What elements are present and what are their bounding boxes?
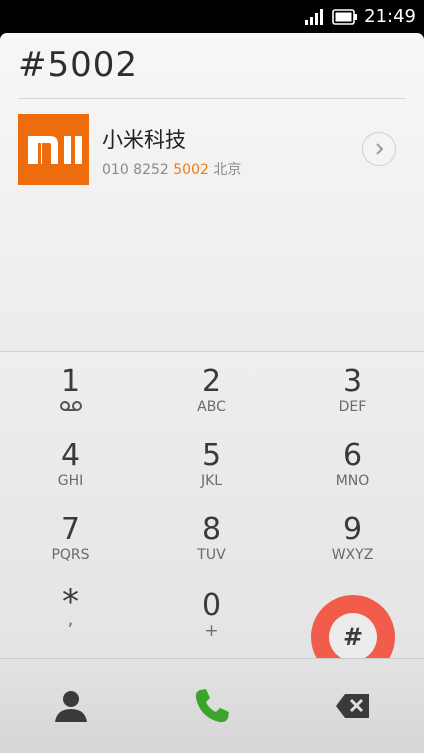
key-2[interactable]: 2 ABC <box>141 352 282 426</box>
call-icon <box>195 689 229 723</box>
contacts-button[interactable] <box>0 659 141 753</box>
key-letters: JKL <box>200 473 223 489</box>
dialer-app: #5002 小米科技 010 8252 5002 北京 1 2 ABC 3 DE… <box>0 33 424 753</box>
dialer-result-panel: #5002 小米科技 010 8252 5002 北京 <box>0 33 424 351</box>
key-digit: 0 <box>201 588 222 623</box>
contact-name: 小米科技 <box>102 128 186 152</box>
key-digit: 6 <box>342 438 363 473</box>
key-letters: WXYZ <box>331 547 374 563</box>
key-5[interactable]: 5 JKL <box>141 426 282 500</box>
call-button[interactable] <box>141 659 282 753</box>
avatar <box>18 114 89 185</box>
divider <box>18 98 406 99</box>
key-hash-inner: # <box>329 613 377 661</box>
key-6[interactable]: 6 MNO <box>282 426 423 500</box>
backspace-button[interactable] <box>282 659 423 753</box>
key-letters: ABC <box>197 399 226 415</box>
key-digit: 8 <box>201 512 222 547</box>
key-letters: GHI <box>57 473 84 489</box>
mi-logo-icon <box>18 114 89 185</box>
key-8[interactable]: 8 TUV <box>141 500 282 574</box>
key-digit: 4 <box>60 438 81 473</box>
number-match: 5002 <box>173 162 209 178</box>
key-letters: DEF <box>338 399 367 415</box>
battery-icon <box>332 9 358 25</box>
dialed-number[interactable]: #5002 <box>18 45 138 85</box>
key-digit: 9 <box>342 512 363 547</box>
status-time: 21:49 <box>364 6 416 27</box>
key-digit: 7 <box>60 512 81 547</box>
key-digit: # <box>342 623 364 651</box>
chevron-right-icon <box>376 143 384 155</box>
bottom-bar <box>0 658 424 753</box>
key-7[interactable]: 7 PQRS <box>0 500 141 574</box>
contact-number: 010 8252 5002 北京 <box>102 159 241 179</box>
keypad: 1 2 ABC 3 DEF 4 GHI 5 JKL 6 MNO 7 PQRS 8… <box>0 351 424 679</box>
number-prefix: 010 8252 <box>102 162 174 178</box>
key-letters: MNO <box>335 473 370 489</box>
status-bar: 21:49 <box>0 0 424 33</box>
key-letters: PQRS <box>51 547 90 563</box>
signal-icon <box>305 9 324 25</box>
contact-match-row[interactable]: 小米科技 010 8252 5002 北京 <box>18 114 406 186</box>
voicemail-icon <box>59 401 82 411</box>
contact-location: 北京 <box>213 162 242 178</box>
key-digit: 1 <box>60 364 81 399</box>
key-letters: , <box>67 609 74 630</box>
backspace-icon <box>335 694 369 718</box>
key-letters: TUV <box>197 547 226 563</box>
key-9[interactable]: 9 WXYZ <box>282 500 423 574</box>
key-4[interactable]: 4 GHI <box>0 426 141 500</box>
key-digit: 5 <box>201 438 222 473</box>
key-star[interactable]: * , <box>0 578 141 652</box>
key-letters: + <box>204 621 219 641</box>
key-1[interactable]: 1 <box>0 352 141 426</box>
key-digit: 2 <box>201 364 222 399</box>
key-digit: 3 <box>342 364 363 399</box>
key-0[interactable]: 0 + <box>141 578 282 652</box>
key-3[interactable]: 3 DEF <box>282 352 423 426</box>
contact-detail-button[interactable] <box>362 132 396 166</box>
contacts-icon <box>54 691 87 722</box>
